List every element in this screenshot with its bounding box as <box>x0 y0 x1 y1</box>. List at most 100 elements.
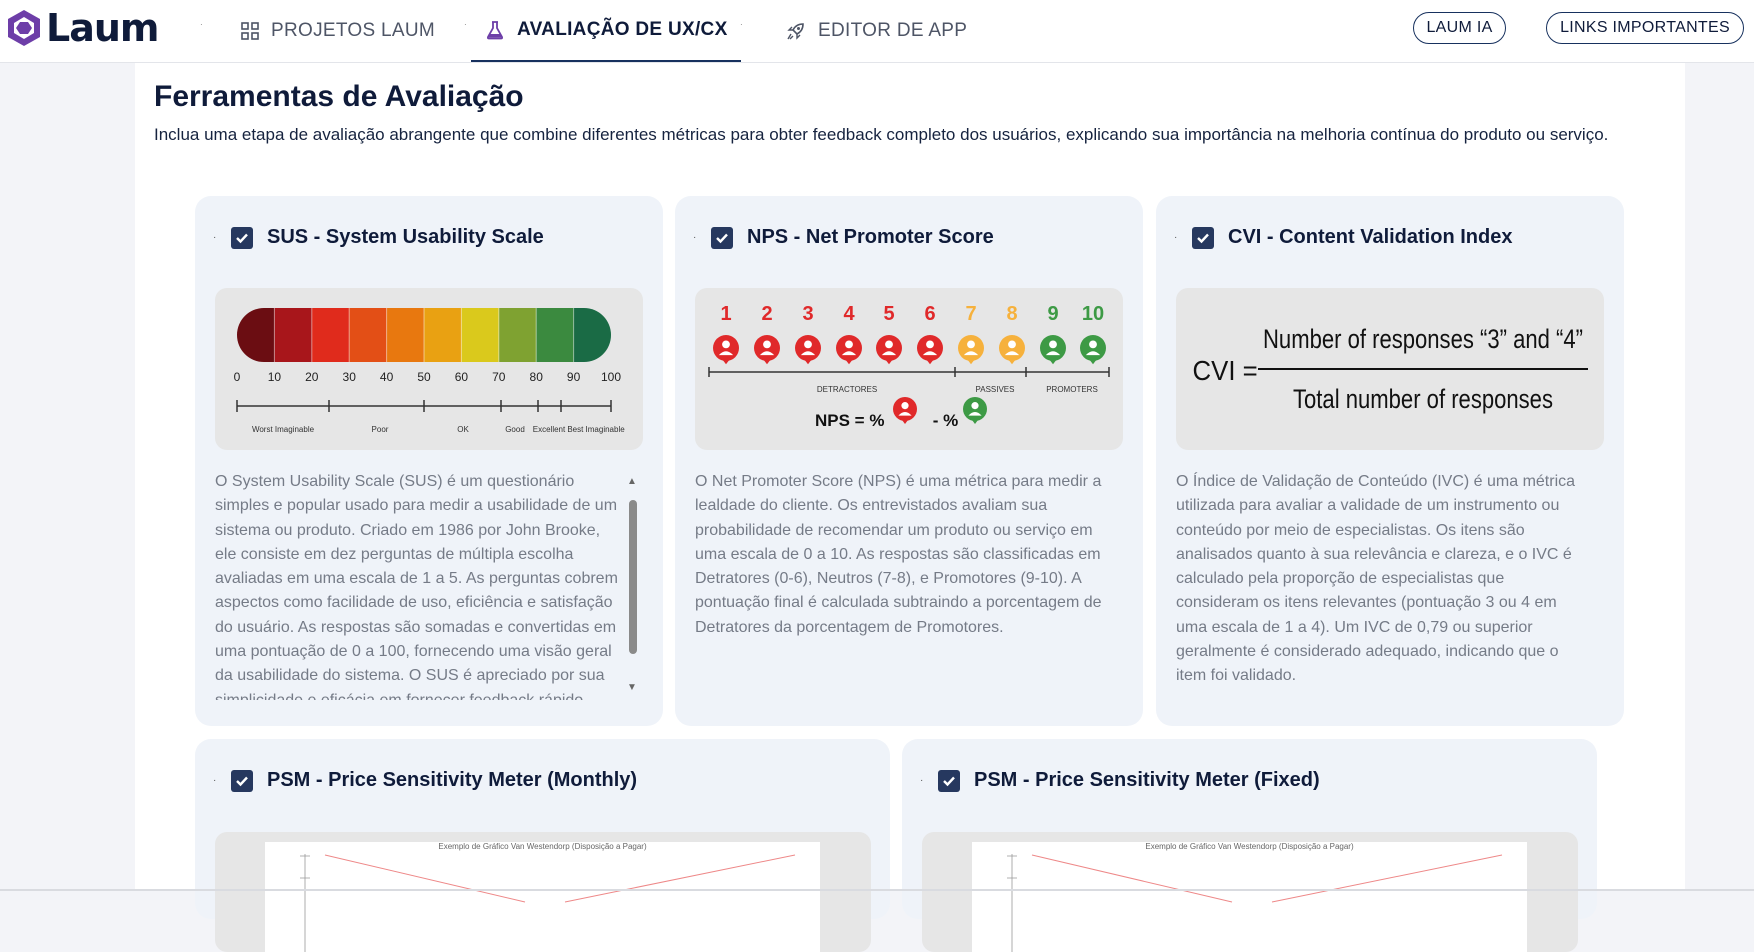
sus-scale-label: Good <box>505 425 525 434</box>
nps-scale-image: 1 2 3 4 5 6 7 8 9 10 DETRACTORES PASSIVES PROMOTE… <box>695 288 1123 450</box>
detractor-person-icon <box>893 397 917 424</box>
sus-tick-label: 30 <box>343 370 357 384</box>
tab-editor-de-app[interactable]: EDITOR DE APP <box>786 0 967 62</box>
scroll-down-icon[interactable]: ▼ <box>627 682 637 693</box>
card-title: SUS - System Usability Scale <box>267 226 544 248</box>
promoter-person-icon <box>963 397 987 424</box>
cvi-formula-image: CVI = Number of responses “3” and “4” To… <box>1176 288 1604 450</box>
sus-scale-band <box>274 308 313 362</box>
tab-avaliacao-ux-cx[interactable]: AVALIAÇÃO DE UX/CX <box>471 0 741 62</box>
nav-divider: · <box>740 20 743 29</box>
nps-score-number: 7 <box>965 303 976 325</box>
sus-tick-label: 10 <box>268 370 282 384</box>
nps-score-number: 4 <box>843 303 855 325</box>
nps-score-number: 5 <box>883 303 894 325</box>
psm-fixed-checkbox[interactable] <box>938 769 960 792</box>
page-description: Inclua uma etapa de avaliação abrangente… <box>154 125 1609 144</box>
tab-label: EDITOR DE APP <box>818 20 968 41</box>
psm-chart-area: Exemplo de Gráfico Van Westendorp (Dispo… <box>972 842 1527 952</box>
nps-score-number: 8 <box>1006 303 1017 325</box>
card-dot: · <box>693 232 697 243</box>
psm-chart-lines <box>300 854 796 952</box>
check-icon <box>236 776 248 786</box>
nps-score-number: 2 <box>761 303 772 325</box>
check-icon <box>716 233 728 243</box>
psm-monthly-checkbox[interactable] <box>231 769 253 792</box>
nps-description: O Net Promoter Score (NPS) é uma métrica… <box>695 473 1102 636</box>
sus-description-scrollbar[interactable]: ▲ ▼ <box>625 476 641 696</box>
page-title: Ferramentas de Avaliação <box>154 80 524 113</box>
top-navigation-bar: Laum · PROJETOS LAUM · AVALIAÇÃO DE UX/C… <box>0 0 1754 63</box>
card-dot: · <box>920 775 924 786</box>
scrollbar-thumb[interactable] <box>629 500 637 654</box>
sus-scale-graphic: 0 10 20 30 40 50 60 70 80 90 100 Worst Imaginable P… <box>234 308 625 434</box>
sus-scale-band <box>349 308 388 362</box>
sus-tick-label: 50 <box>417 370 431 384</box>
nps-checkbox[interactable] <box>711 226 733 249</box>
laum-ia-button[interactable]: LAUM IA <box>1413 12 1506 44</box>
sus-tick-label: 80 <box>530 370 544 384</box>
sus-scale-image: 0 10 20 30 40 50 60 70 80 90 100 Worst Imaginable P… <box>215 288 643 450</box>
sus-scale-label: OK <box>457 425 469 434</box>
detractor-person-icon <box>876 335 902 365</box>
sus-scale-band <box>386 308 425 362</box>
sus-scale-label: Best Imaginable <box>567 425 625 434</box>
sus-scale-band <box>461 308 500 362</box>
check-icon <box>236 233 248 243</box>
sus-tick-label: 60 <box>455 370 469 384</box>
card-dot: · <box>1174 232 1178 243</box>
cvi-formula-denominator: Total number of responses <box>1293 384 1553 414</box>
detractor-person-icon <box>836 335 862 365</box>
sus-tick-label: 100 <box>601 370 621 384</box>
cvi-card: · CVI - Content Validation Index CVI = N… <box>1156 196 1624 726</box>
sus-scale-band <box>424 308 462 362</box>
tab-projetos-laum[interactable]: PROJETOS LAUM <box>241 0 435 62</box>
sus-scale-band <box>498 308 537 362</box>
scroll-up-icon[interactable]: ▲ <box>627 476 637 487</box>
sus-checkbox[interactable] <box>231 226 253 249</box>
sus-scale-band <box>573 308 611 362</box>
nav-divider: · <box>200 20 203 29</box>
nps-score-number: 1 <box>720 303 731 325</box>
detractor-person-icon <box>713 335 739 365</box>
psm-monthly-card: · PSM - Price Sensitivity Meter (Monthly… <box>195 739 890 952</box>
card-dot: · <box>213 232 217 243</box>
psm-fixed-card: · PSM - Price Sensitivity Meter (Fixed) … <box>902 739 1597 952</box>
nps-formula-lhs: NPS = % <box>815 411 884 430</box>
promoter-person-icon <box>1080 335 1106 365</box>
cvi-checkbox[interactable] <box>1192 226 1214 249</box>
sus-scale-label: Poor <box>372 425 389 434</box>
nps-score-number: 3 <box>802 303 813 325</box>
sus-scale-label: Excellent <box>533 425 566 434</box>
card-title: PSM - Price Sensitivity Meter (Fixed) <box>974 769 1320 791</box>
nps-score-number: 6 <box>924 303 935 325</box>
psm-chart-area: Exemplo de Gráfico Van Westendorp (Dispo… <box>265 842 820 952</box>
sus-tick-label: 90 <box>567 370 581 384</box>
nps-score-number: 9 <box>1047 303 1058 325</box>
sus-tick-label: 0 <box>234 370 241 384</box>
nps-group-promoters: PROMOTERS <box>1046 385 1098 394</box>
links-importantes-button[interactable]: LINKS IMPORTANTES <box>1546 12 1744 44</box>
laum-logo[interactable]: Laum <box>4 6 160 50</box>
brand-name: Laum <box>46 6 160 50</box>
psm-fixed-chart-image: Exemplo de Gráfico Van Westendorp (Dispo… <box>922 832 1578 952</box>
cvi-formula-numerator: Number of responses “3” and “4” <box>1263 324 1583 354</box>
nps-formula-minus: - % <box>928 411 958 430</box>
cvi-formula-graphic: CVI = Number of responses “3” and “4” To… <box>1193 324 1588 414</box>
psm-chart-lines <box>1007 854 1503 952</box>
detractor-person-icon <box>754 335 780 365</box>
sus-scale-label: Worst Imaginable <box>252 425 315 434</box>
nav-divider: · <box>464 20 467 29</box>
card-title: NPS - Net Promoter Score <box>747 226 994 248</box>
nps-group-detractors: DETRACTORES <box>817 385 877 394</box>
tab-label: AVALIAÇÃO DE UX/CX <box>517 19 728 40</box>
nps-card: · NPS - Net Promoter Score 1 2 3 4 5 6 7 8 9 10 D… <box>675 196 1143 726</box>
flask-icon <box>486 21 504 40</box>
check-icon <box>943 776 955 786</box>
detractor-person-icon <box>795 335 821 365</box>
rocket-icon <box>787 23 804 40</box>
psm-monthly-chart-image: Exemplo de Gráfico Van Westendorp (Dispo… <box>215 832 871 952</box>
sus-scale-band <box>536 308 575 362</box>
sus-scale-band <box>237 308 275 362</box>
card-dot: · <box>213 775 217 786</box>
